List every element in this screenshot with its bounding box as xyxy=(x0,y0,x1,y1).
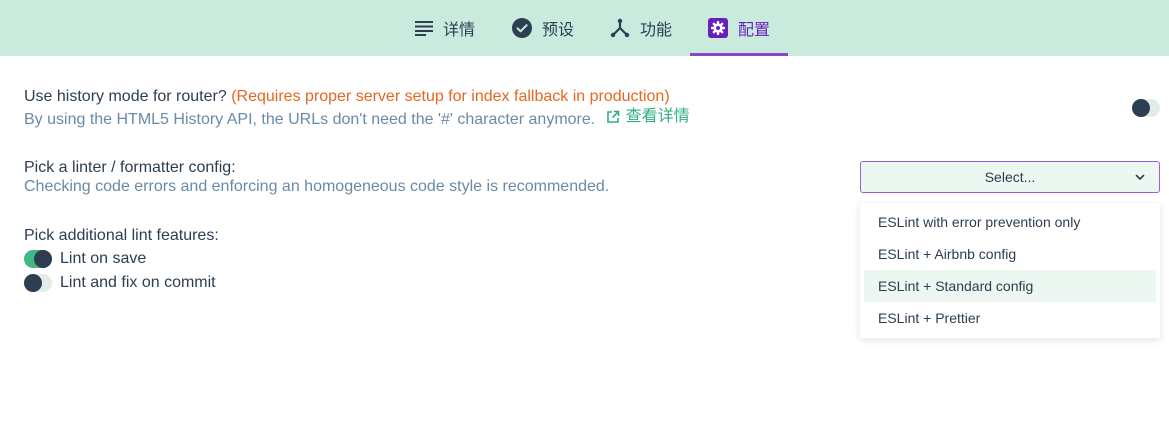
toggle-knob xyxy=(34,250,52,268)
dropdown-option[interactable]: ESLint + Airbnb config xyxy=(864,238,1156,270)
tab-features-label: 功能 xyxy=(640,22,673,39)
dropdown-option[interactable]: ESLint with error prevention only xyxy=(864,206,1156,238)
lint-on-save-option[interactable]: Lint on save xyxy=(24,249,146,269)
linter-description: Checking code errors and enforcing an ho… xyxy=(24,178,610,195)
history-mode-toggle[interactable] xyxy=(1132,99,1160,117)
fork-icon xyxy=(610,18,630,38)
history-mode-question: Use history mode for router? (Requires p… xyxy=(24,87,690,130)
more-info-link[interactable]: 查看详情 xyxy=(606,107,690,127)
chevron-down-icon xyxy=(1135,174,1145,180)
history-mode-title: Use history mode for router? xyxy=(24,88,227,105)
dropdown-option-hovered[interactable]: ESLint + Standard config xyxy=(864,270,1156,302)
gear-icon xyxy=(708,18,728,38)
external-link-icon xyxy=(606,110,619,123)
toggle-knob xyxy=(1132,99,1150,117)
tab-config-label: 配置 xyxy=(738,22,771,39)
lint-on-commit-option[interactable]: Lint and fix on commit xyxy=(24,273,216,293)
details-list-icon xyxy=(415,21,433,36)
linter-title: Pick a linter / formatter config: xyxy=(24,159,236,176)
check-circle-icon xyxy=(512,18,532,38)
linter-select-value: Select... xyxy=(984,169,1036,185)
history-mode-description: By using the HTML5 History API, the URLs… xyxy=(24,111,596,128)
lint-on-save-toggle[interactable] xyxy=(24,250,52,268)
linter-dropdown: ESLint with error prevention only ESLint… xyxy=(860,203,1160,338)
tab-presets-label: 预设 xyxy=(542,22,575,39)
tab-details-label: 详情 xyxy=(443,22,476,39)
lint-on-commit-label: Lint and fix on commit xyxy=(60,274,216,291)
toggle-knob xyxy=(24,274,42,292)
lint-on-commit-toggle[interactable] xyxy=(24,274,52,292)
active-tab-indicator xyxy=(690,53,788,56)
more-info-label: 查看详情 xyxy=(625,108,690,125)
tab-config[interactable]: 配置 xyxy=(708,0,770,56)
tab-presets[interactable]: 预设 xyxy=(512,0,574,56)
history-mode-warning: (Requires proper server setup for index … xyxy=(231,88,670,105)
top-tab-bar: 详情 预设 功能 配置 xyxy=(0,0,1169,56)
lint-features-title: Pick additional lint features: xyxy=(24,227,219,244)
tab-features[interactable]: 功能 xyxy=(610,0,672,56)
dropdown-option[interactable]: ESLint + Prettier xyxy=(864,302,1156,334)
linter-question: Pick a linter / formatter config: Checki… xyxy=(24,158,609,196)
linter-select[interactable]: Select... xyxy=(860,161,1160,193)
tab-details[interactable]: 详情 xyxy=(415,0,475,56)
lint-on-save-label: Lint on save xyxy=(60,250,147,267)
